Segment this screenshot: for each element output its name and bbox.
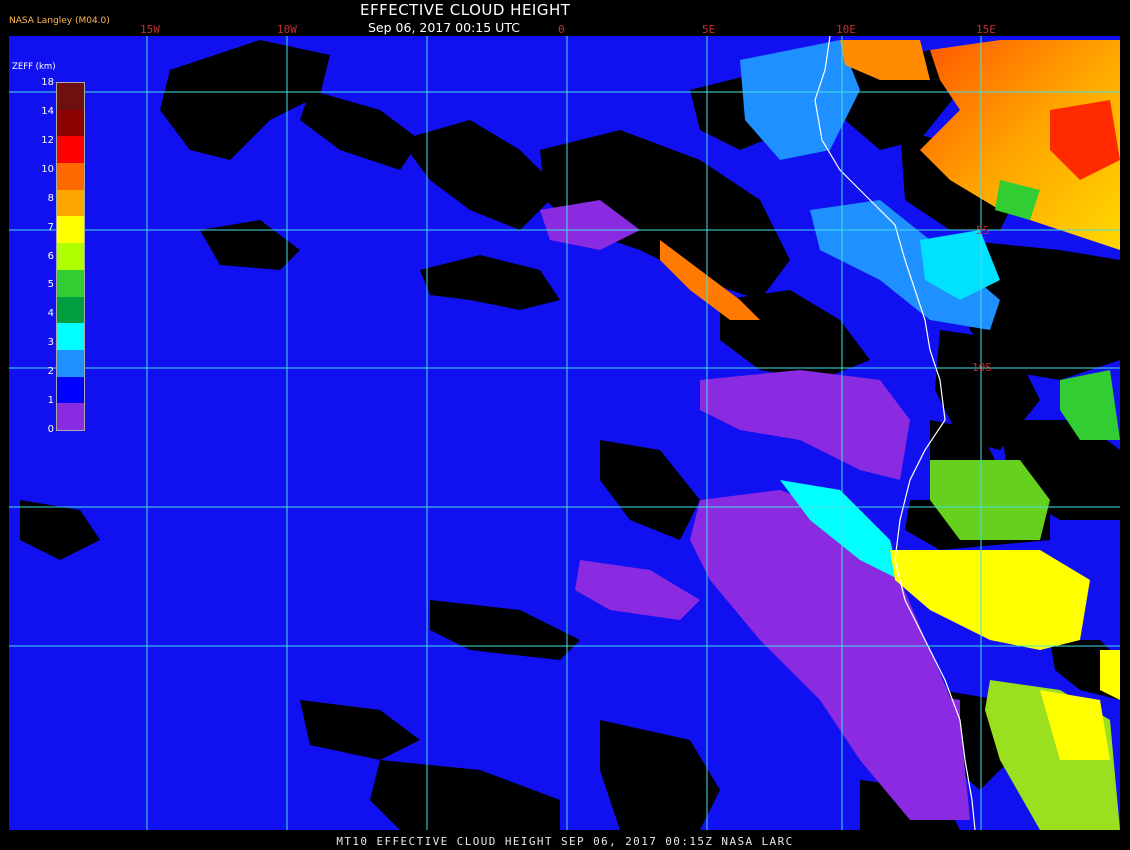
- legend-tick-label: 18: [41, 77, 54, 88]
- producer-label: NASA Langley (M04.0): [9, 16, 110, 26]
- legend-swatch: [57, 243, 84, 271]
- legend-colorbar: [56, 82, 85, 431]
- page-title: EFFECTIVE CLOUD HEIGHT: [360, 1, 571, 19]
- legend-swatch: [57, 163, 84, 191]
- legend-swatch: [57, 136, 84, 164]
- lon-label: 10W: [277, 23, 297, 36]
- cloud-height-map: 15W 10W 0 5E 10E 15E 5S 10S: [9, 23, 1120, 831]
- lon-label: 5E: [702, 23, 715, 36]
- legend-swatch: [57, 403, 84, 431]
- lon-label: 10E: [836, 23, 856, 36]
- legend-tick-label: 14: [41, 105, 54, 117]
- legend-swatch: [57, 296, 84, 324]
- legend-tick-label: 0: [47, 424, 54, 435]
- lat-label: 5S: [976, 224, 989, 237]
- legend-swatch: [57, 323, 84, 351]
- legend-tick-label: 8: [47, 192, 54, 204]
- legend-swatch: [57, 269, 84, 298]
- timestamp: Sep 06, 2017 00:15 UTC: [368, 20, 520, 35]
- legend-tick-label: 5: [47, 279, 54, 291]
- legend-tick-label: 2: [47, 366, 54, 378]
- legend-tick-label: 1: [47, 395, 54, 407]
- legend-swatch: [57, 216, 84, 244]
- legend-tick-label: 6: [47, 250, 54, 262]
- lat-label: 10S: [972, 361, 992, 374]
- legend-tick-label: 10: [41, 163, 54, 175]
- lon-label: 15W: [140, 23, 160, 36]
- satellite-product-view: 15W 10W 0 5E 10E 15E 5S 10S EFFECTIVE CL…: [0, 0, 1130, 850]
- legend-tick-label: 7: [47, 221, 54, 233]
- legend-title: ZEFF (km): [12, 62, 56, 72]
- color-legend: ZEFF (km) 18 14 12 10 8 7 6 5 4 3 2 1 0: [11, 62, 85, 435]
- legend-tick-label: 3: [47, 337, 54, 349]
- legend-swatch: [57, 349, 84, 378]
- legend-swatch: [57, 376, 84, 404]
- legend-swatch: [57, 109, 84, 137]
- legend-swatch: [57, 83, 84, 111]
- legend-tick-label: 4: [47, 308, 54, 320]
- lon-label: 15E: [976, 23, 996, 36]
- legend-tick-label: 12: [41, 134, 54, 146]
- legend-swatch: [57, 189, 84, 217]
- lon-label: 0: [558, 23, 565, 36]
- footer-caption: MT10 EFFECTIVE CLOUD HEIGHT SEP 06, 2017…: [336, 835, 794, 848]
